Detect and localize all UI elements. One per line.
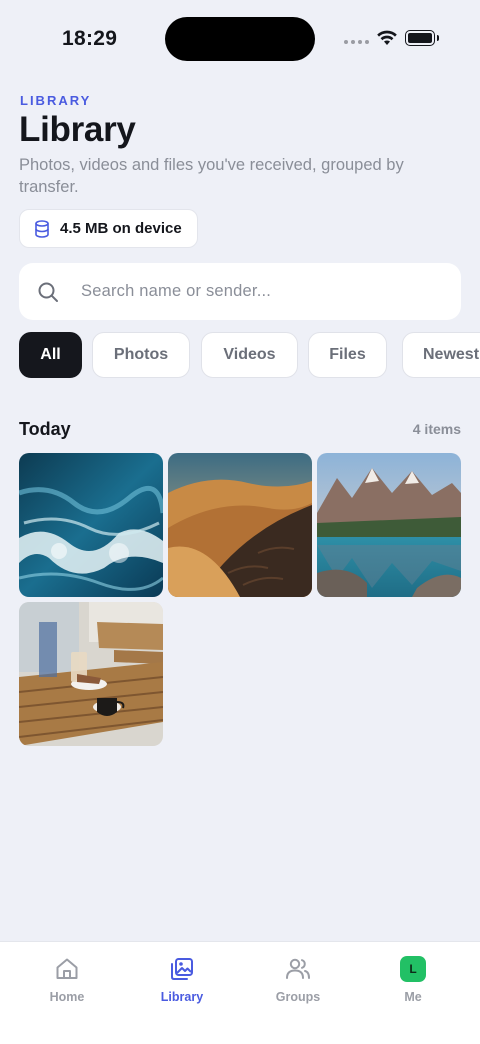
search-bar[interactable]: Search name or sender... [19,263,461,320]
photo-thumbnail-ocean[interactable] [19,453,163,597]
home-icon [56,958,78,979]
page-subtitle: Photos, videos and files you've received… [19,156,404,196]
filter-chip-photos[interactable]: Photos [92,332,190,378]
photo-thumbnail-cafe[interactable] [19,602,163,746]
page-title: Library [19,110,136,149]
filter-chips: All Photos Videos Files Newest [19,332,480,380]
section-title: Today [19,419,71,439]
tab-me[interactable]: L Me [358,956,468,1004]
tab-bar: Home Library Groups L Me [0,941,480,1044]
tab-home[interactable]: Home [12,956,122,1004]
status-time: 18:29 [62,27,118,50]
filter-chip-all[interactable]: All [19,332,82,378]
search-input[interactable]: Search name or sender... [81,282,271,301]
tab-home-label: Home [49,990,85,1004]
database-icon [35,219,49,238]
photo-desert [168,453,312,597]
filter-chip-files[interactable]: Files [308,332,387,378]
tab-groups[interactable]: Groups [243,956,353,1004]
status-bar: 18:29 [0,0,480,78]
photo-lake [317,453,461,597]
photo-thumbnail-lake[interactable] [317,453,461,597]
photo-thumbnail-desert[interactable] [168,453,312,597]
groups-icon [286,958,310,979]
storage-badge[interactable]: 4.5 MB on device [19,209,198,248]
dynamic-island [165,17,315,61]
cellular-signal-icon [344,40,369,44]
filter-chip-videos[interactable]: Videos [201,332,298,378]
battery-icon [405,30,439,46]
avatar: L [400,956,426,982]
sort-chip-newest[interactable]: Newest [402,332,480,378]
tab-me-label: Me [404,990,422,1004]
section-eyebrow: LIBRARY [20,93,92,108]
search-icon [38,282,58,302]
photo-ocean [19,453,163,597]
wifi-icon [377,30,397,45]
photo-cafe [19,602,163,746]
item-count: 4 items [412,421,461,437]
tab-library[interactable]: Library [127,956,237,1004]
storage-label: 4.5 MB on device [60,220,182,237]
tab-library-label: Library [160,990,204,1004]
tab-groups-label: Groups [275,990,321,1004]
library-icon [171,958,193,980]
